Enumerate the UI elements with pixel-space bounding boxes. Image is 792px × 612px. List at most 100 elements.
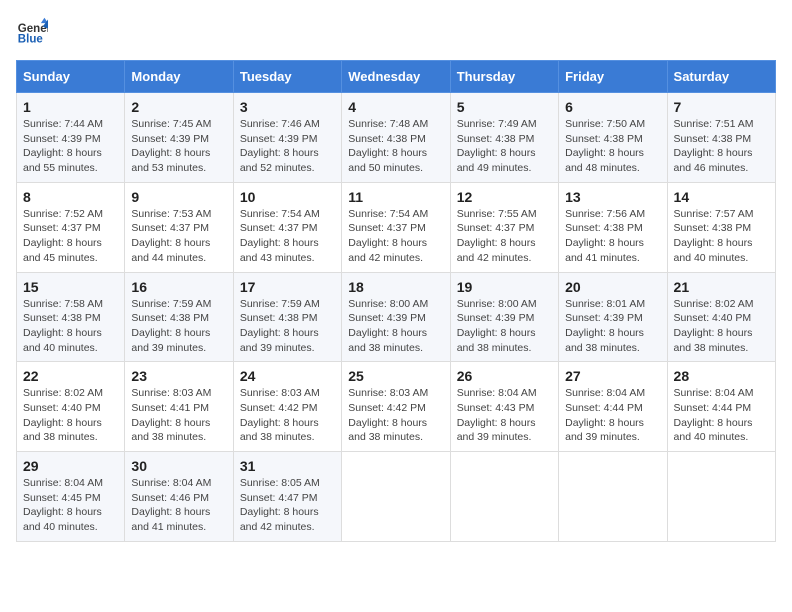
calendar-table: SundayMondayTuesdayWednesdayThursdayFrid… <box>16 60 776 542</box>
day-info: Sunrise: 7:44 AM Sunset: 4:39 PM Dayligh… <box>23 117 118 176</box>
daylight-label: Daylight: 8 hours and 38 minutes. <box>131 417 210 444</box>
calendar-cell: 24 Sunrise: 8:03 AM Sunset: 4:42 PM Dayl… <box>233 362 341 452</box>
day-number: 9 <box>131 189 226 205</box>
sunset-label: Sunset: 4:39 PM <box>348 312 426 324</box>
sunset-label: Sunset: 4:39 PM <box>131 133 209 145</box>
sunrise-label: Sunrise: 7:58 AM <box>23 298 103 310</box>
calendar-cell: 17 Sunrise: 7:59 AM Sunset: 4:38 PM Dayl… <box>233 272 341 362</box>
day-info: Sunrise: 8:04 AM Sunset: 4:43 PM Dayligh… <box>457 386 552 445</box>
calendar-cell: 20 Sunrise: 8:01 AM Sunset: 4:39 PM Dayl… <box>559 272 667 362</box>
logo-icon: General Blue <box>16 16 48 48</box>
sunrise-label: Sunrise: 7:57 AM <box>674 208 754 220</box>
calendar-cell: 11 Sunrise: 7:54 AM Sunset: 4:37 PM Dayl… <box>342 182 450 272</box>
day-number: 7 <box>674 99 769 115</box>
col-header-friday: Friday <box>559 61 667 93</box>
day-info: Sunrise: 7:49 AM Sunset: 4:38 PM Dayligh… <box>457 117 552 176</box>
daylight-label: Daylight: 8 hours and 42 minutes. <box>348 237 427 264</box>
daylight-label: Daylight: 8 hours and 45 minutes. <box>23 237 102 264</box>
sunset-label: Sunset: 4:42 PM <box>240 402 318 414</box>
sunrise-label: Sunrise: 8:03 AM <box>131 387 211 399</box>
day-number: 19 <box>457 279 552 295</box>
sunrise-label: Sunrise: 7:48 AM <box>348 118 428 130</box>
sunset-label: Sunset: 4:37 PM <box>348 222 426 234</box>
calendar-cell: 12 Sunrise: 7:55 AM Sunset: 4:37 PM Dayl… <box>450 182 558 272</box>
day-number: 11 <box>348 189 443 205</box>
calendar-cell: 30 Sunrise: 8:04 AM Sunset: 4:46 PM Dayl… <box>125 452 233 542</box>
day-info: Sunrise: 7:54 AM Sunset: 4:37 PM Dayligh… <box>348 207 443 266</box>
sunset-label: Sunset: 4:38 PM <box>565 222 643 234</box>
calendar-cell <box>450 452 558 542</box>
sunrise-label: Sunrise: 8:04 AM <box>23 477 103 489</box>
sunrise-label: Sunrise: 7:59 AM <box>240 298 320 310</box>
calendar-cell: 29 Sunrise: 8:04 AM Sunset: 4:45 PM Dayl… <box>17 452 125 542</box>
daylight-label: Daylight: 8 hours and 40 minutes. <box>674 417 753 444</box>
day-number: 6 <box>565 99 660 115</box>
day-number: 24 <box>240 368 335 384</box>
week-row-2: 8 Sunrise: 7:52 AM Sunset: 4:37 PM Dayli… <box>17 182 776 272</box>
sunset-label: Sunset: 4:38 PM <box>674 133 752 145</box>
sunrise-label: Sunrise: 8:04 AM <box>131 477 211 489</box>
svg-text:Blue: Blue <box>18 34 44 46</box>
sunrise-label: Sunrise: 8:04 AM <box>565 387 645 399</box>
day-number: 8 <box>23 189 118 205</box>
day-info: Sunrise: 7:52 AM Sunset: 4:37 PM Dayligh… <box>23 207 118 266</box>
day-info: Sunrise: 8:01 AM Sunset: 4:39 PM Dayligh… <box>565 297 660 356</box>
day-info: Sunrise: 7:45 AM Sunset: 4:39 PM Dayligh… <box>131 117 226 176</box>
sunrise-label: Sunrise: 7:52 AM <box>23 208 103 220</box>
sunrise-label: Sunrise: 7:54 AM <box>348 208 428 220</box>
calendar-cell: 6 Sunrise: 7:50 AM Sunset: 4:38 PM Dayli… <box>559 93 667 183</box>
calendar-cell <box>342 452 450 542</box>
day-info: Sunrise: 7:55 AM Sunset: 4:37 PM Dayligh… <box>457 207 552 266</box>
day-number: 27 <box>565 368 660 384</box>
day-info: Sunrise: 7:50 AM Sunset: 4:38 PM Dayligh… <box>565 117 660 176</box>
sunset-label: Sunset: 4:39 PM <box>240 133 318 145</box>
week-row-5: 29 Sunrise: 8:04 AM Sunset: 4:45 PM Dayl… <box>17 452 776 542</box>
day-number: 12 <box>457 189 552 205</box>
sunset-label: Sunset: 4:37 PM <box>23 222 101 234</box>
calendar-cell: 10 Sunrise: 7:54 AM Sunset: 4:37 PM Dayl… <box>233 182 341 272</box>
col-header-wednesday: Wednesday <box>342 61 450 93</box>
day-info: Sunrise: 7:54 AM Sunset: 4:37 PM Dayligh… <box>240 207 335 266</box>
day-info: Sunrise: 7:59 AM Sunset: 4:38 PM Dayligh… <box>240 297 335 356</box>
logo: General Blue <box>16 16 52 48</box>
day-number: 1 <box>23 99 118 115</box>
day-number: 20 <box>565 279 660 295</box>
day-info: Sunrise: 8:02 AM Sunset: 4:40 PM Dayligh… <box>674 297 769 356</box>
day-number: 30 <box>131 458 226 474</box>
sunrise-label: Sunrise: 8:03 AM <box>348 387 428 399</box>
day-number: 2 <box>131 99 226 115</box>
col-header-sunday: Sunday <box>17 61 125 93</box>
calendar-cell: 9 Sunrise: 7:53 AM Sunset: 4:37 PM Dayli… <box>125 182 233 272</box>
day-number: 29 <box>23 458 118 474</box>
sunrise-label: Sunrise: 8:00 AM <box>348 298 428 310</box>
day-info: Sunrise: 7:58 AM Sunset: 4:38 PM Dayligh… <box>23 297 118 356</box>
sunset-label: Sunset: 4:46 PM <box>131 492 209 504</box>
daylight-label: Daylight: 8 hours and 41 minutes. <box>131 506 210 533</box>
sunrise-label: Sunrise: 8:04 AM <box>674 387 754 399</box>
sunrise-label: Sunrise: 7:59 AM <box>131 298 211 310</box>
sunrise-label: Sunrise: 8:02 AM <box>23 387 103 399</box>
day-number: 31 <box>240 458 335 474</box>
sunset-label: Sunset: 4:37 PM <box>131 222 209 234</box>
daylight-label: Daylight: 8 hours and 52 minutes. <box>240 147 319 174</box>
day-number: 21 <box>674 279 769 295</box>
calendar-cell <box>559 452 667 542</box>
daylight-label: Daylight: 8 hours and 50 minutes. <box>348 147 427 174</box>
sunrise-label: Sunrise: 7:51 AM <box>674 118 754 130</box>
calendar-cell <box>667 452 775 542</box>
daylight-label: Daylight: 8 hours and 48 minutes. <box>565 147 644 174</box>
col-header-tuesday: Tuesday <box>233 61 341 93</box>
day-info: Sunrise: 8:04 AM Sunset: 4:44 PM Dayligh… <box>674 386 769 445</box>
calendar-cell: 8 Sunrise: 7:52 AM Sunset: 4:37 PM Dayli… <box>17 182 125 272</box>
day-number: 22 <box>23 368 118 384</box>
day-number: 25 <box>348 368 443 384</box>
calendar-cell: 14 Sunrise: 7:57 AM Sunset: 4:38 PM Dayl… <box>667 182 775 272</box>
calendar-cell: 16 Sunrise: 7:59 AM Sunset: 4:38 PM Dayl… <box>125 272 233 362</box>
daylight-label: Daylight: 8 hours and 49 minutes. <box>457 147 536 174</box>
day-number: 18 <box>348 279 443 295</box>
sunrise-label: Sunrise: 7:45 AM <box>131 118 211 130</box>
sunset-label: Sunset: 4:40 PM <box>674 312 752 324</box>
calendar-cell: 23 Sunrise: 8:03 AM Sunset: 4:41 PM Dayl… <box>125 362 233 452</box>
sunset-label: Sunset: 4:39 PM <box>457 312 535 324</box>
daylight-label: Daylight: 8 hours and 39 minutes. <box>565 417 644 444</box>
